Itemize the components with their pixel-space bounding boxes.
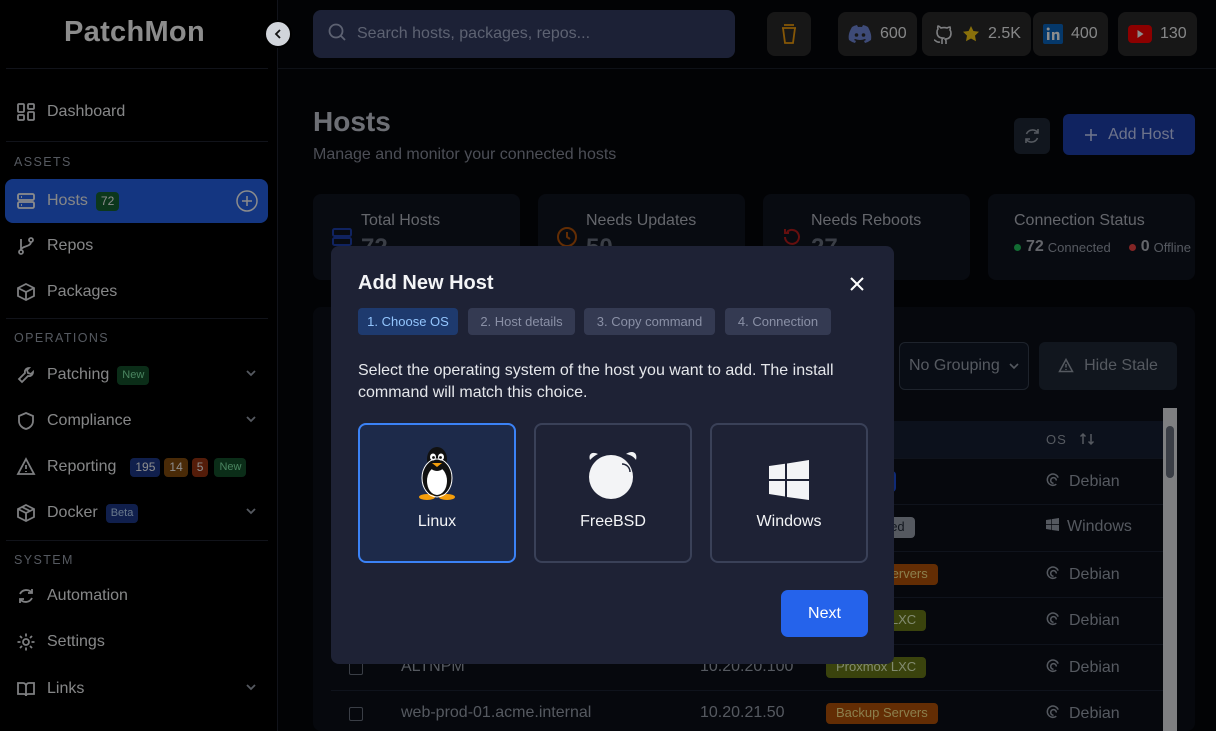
chevron-left-icon bbox=[274, 29, 281, 39]
step-copy-command: 3. Copy command bbox=[584, 308, 715, 335]
step-connection: 4. Connection bbox=[725, 308, 831, 335]
next-button[interactable]: Next bbox=[781, 590, 868, 637]
step-host-details: 2. Host details bbox=[468, 308, 575, 335]
windows-icon bbox=[769, 460, 809, 505]
close-icon[interactable] bbox=[847, 274, 867, 294]
os-option-linux[interactable]: Linux bbox=[358, 423, 516, 563]
os-option-label: Windows bbox=[756, 513, 822, 530]
modal-title: Add New Host bbox=[358, 272, 494, 294]
collapse-sidebar-button[interactable] bbox=[264, 20, 292, 48]
add-host-modal: Add New Host 1. Choose OS 2. Host detail… bbox=[331, 246, 894, 664]
linux-tux-icon bbox=[415, 446, 459, 505]
modal-description: Select the operating system of the host … bbox=[358, 362, 834, 401]
os-option-windows[interactable]: Windows bbox=[710, 423, 868, 563]
step-choose-os: 1. Choose OS bbox=[358, 308, 458, 335]
freebsd-icon bbox=[586, 450, 640, 505]
os-option-label: FreeBSD bbox=[580, 513, 646, 530]
os-option-freebsd[interactable]: FreeBSD bbox=[534, 423, 692, 563]
os-option-label: Linux bbox=[417, 513, 457, 530]
app-root: PatchMon Dashboard ASSETS Hosts 72 Repos bbox=[0, 0, 1216, 731]
